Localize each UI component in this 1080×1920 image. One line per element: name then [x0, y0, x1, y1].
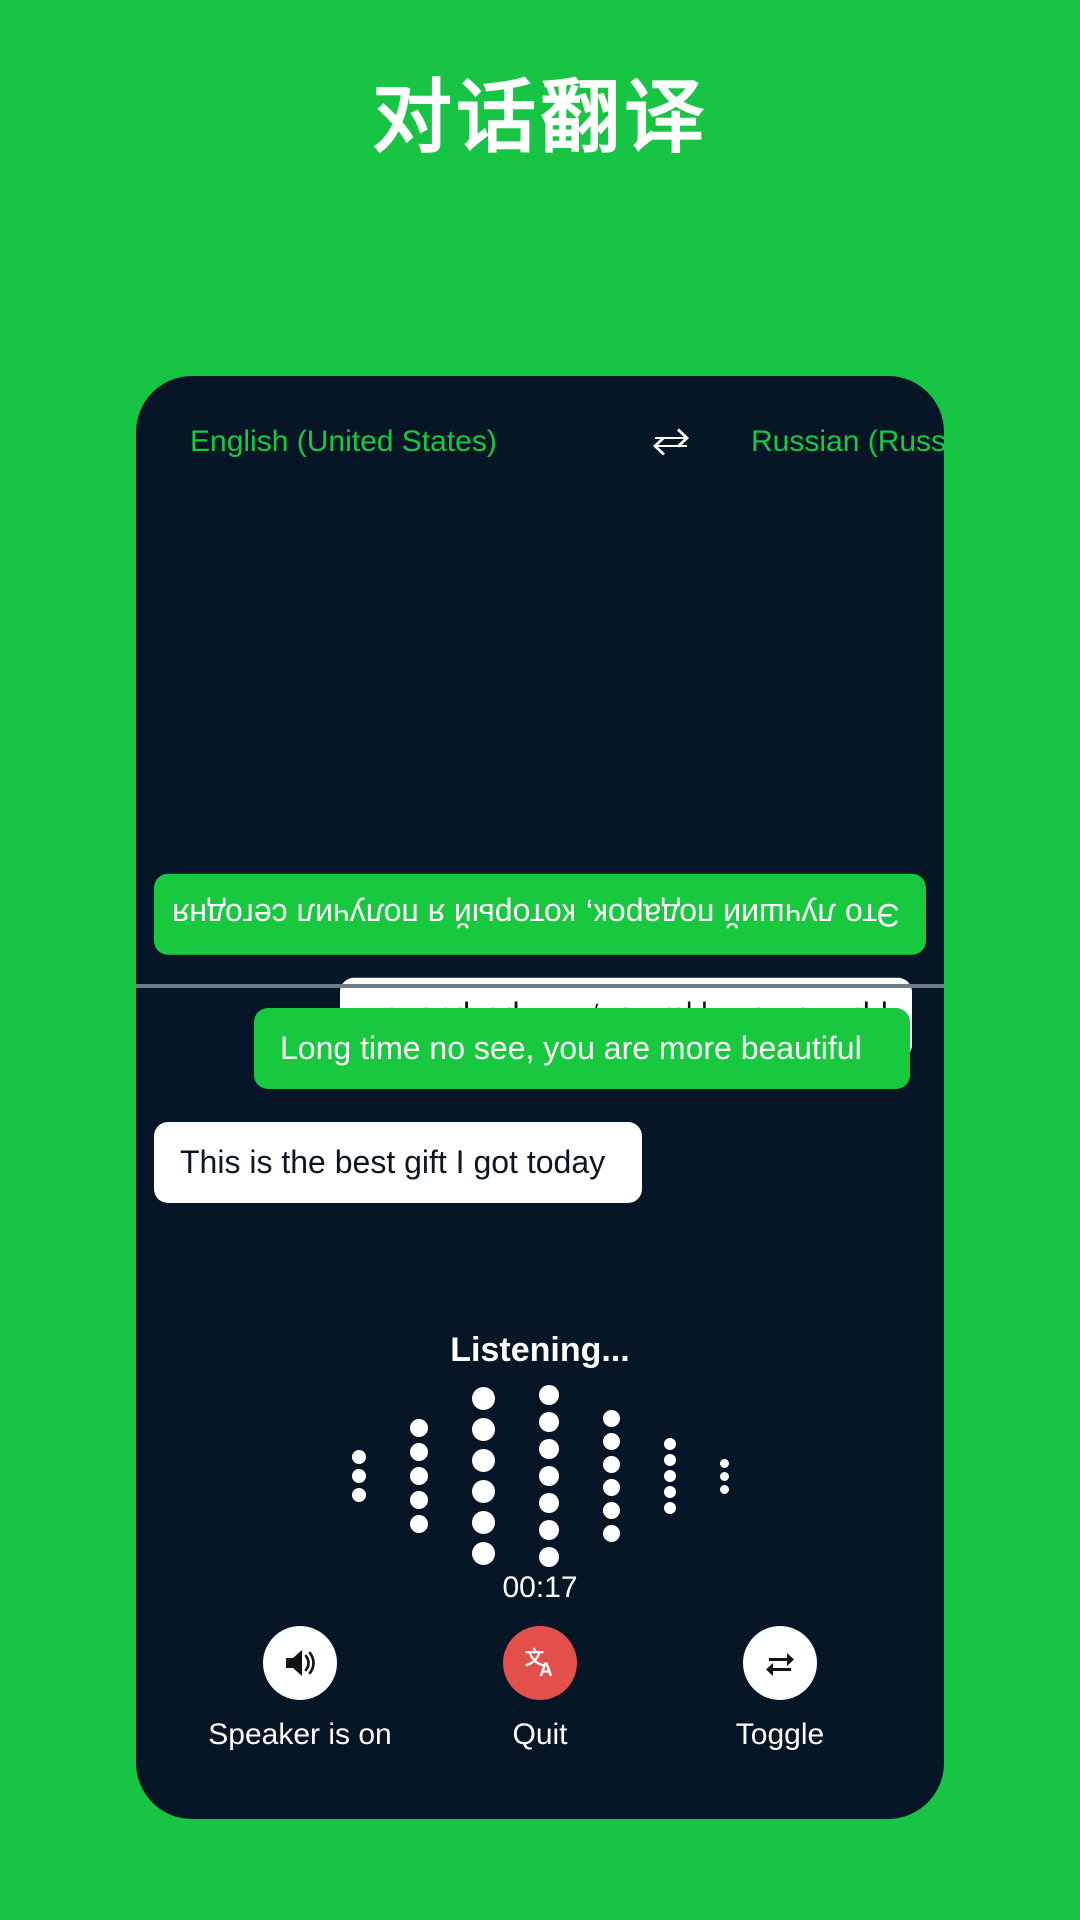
toggle-button[interactable]: Toggle: [680, 1626, 880, 1752]
message-bubble[interactable]: This is the best gift I got today: [154, 1122, 642, 1203]
audio-waveform: [136, 1385, 944, 1567]
swap-horizontal-icon[interactable]: [649, 420, 693, 464]
waveform-dot: [719, 1484, 729, 1494]
source-language-selector[interactable]: English (United States): [190, 425, 497, 459]
speaker-toggle-label: Speaker is on: [208, 1718, 392, 1751]
phone-card: English (United States) Russian (Russia)…: [136, 376, 944, 1819]
waveform-dot: [409, 1515, 428, 1533]
waveform-dot: [719, 1458, 729, 1468]
swap-vertical-arrows-icon: [743, 1626, 817, 1700]
waveform-dot: [351, 1469, 366, 1483]
waveform-dot: [719, 1471, 729, 1481]
waveform-column: [719, 1458, 729, 1494]
waveform-dot: [663, 1486, 676, 1498]
conversation-pane-local: Long time no see, you are more beautiful…: [136, 988, 944, 1318]
waveform-dot: [663, 1470, 676, 1482]
waveform-dot: [471, 1387, 495, 1410]
waveform-column: [409, 1419, 428, 1533]
target-language-selector[interactable]: Russian (Russia): [751, 425, 944, 459]
waveform-dot: [663, 1502, 676, 1514]
language-bar: English (United States) Russian (Russia): [136, 412, 944, 472]
translate-icon: 文 A: [503, 1626, 577, 1700]
waveform-dot: [538, 1520, 559, 1540]
waveform-dot: [663, 1454, 676, 1466]
quit-label: Quit: [512, 1718, 568, 1751]
page-title: 对话翻译: [372, 73, 708, 162]
waveform-column: [602, 1410, 620, 1542]
waveform-dot: [602, 1479, 620, 1496]
waveform-dot: [602, 1456, 620, 1473]
waveform-column: [663, 1438, 676, 1514]
waveform-dot: [602, 1433, 620, 1450]
waveform-dot: [663, 1438, 676, 1450]
message-bubble[interactable]: Это лучший подарок, который я получил се…: [154, 874, 926, 955]
quit-button[interactable]: 文 A Quit: [440, 1626, 640, 1752]
waveform-dot: [351, 1488, 366, 1502]
listening-status-label: Listening...: [450, 1331, 630, 1369]
waveform-dot: [409, 1491, 428, 1509]
waveform-dot: [409, 1419, 428, 1437]
speaker-toggle-button[interactable]: Speaker is on: [200, 1626, 400, 1752]
waveform-dot: [351, 1450, 366, 1464]
waveform-column: [471, 1387, 495, 1565]
waveform-dot: [409, 1443, 428, 1461]
waveform-dot: [471, 1511, 495, 1534]
waveform-column: [538, 1385, 559, 1567]
waveform-dot: [602, 1525, 620, 1542]
waveform-dot: [471, 1418, 495, 1441]
waveform-dot: [538, 1547, 559, 1567]
conversation-pane-remote: Это лучший подарок, который я получил се…: [136, 486, 944, 1059]
message-bubble[interactable]: Long time no see, you are more beautiful: [254, 1008, 910, 1089]
waveform-dot: [538, 1466, 559, 1486]
waveform-dot: [471, 1542, 495, 1565]
waveform-dot: [471, 1449, 495, 1472]
waveform-dot: [538, 1439, 559, 1459]
waveform-column: [351, 1450, 366, 1502]
control-bar: Speaker is on 文 A Quit Toggle: [136, 1626, 944, 1752]
recording-timer: 00:17: [502, 1571, 578, 1604]
speaker-on-icon: [263, 1626, 337, 1700]
waveform-dot: [602, 1410, 620, 1427]
waveform-dot: [471, 1480, 495, 1503]
waveform-dot: [538, 1385, 559, 1405]
svg-text:A: A: [539, 1660, 553, 1681]
toggle-label: Toggle: [735, 1718, 825, 1751]
waveform-dot: [409, 1467, 428, 1485]
waveform-dot: [538, 1412, 559, 1432]
waveform-dot: [602, 1502, 620, 1519]
waveform-dot: [538, 1493, 559, 1513]
